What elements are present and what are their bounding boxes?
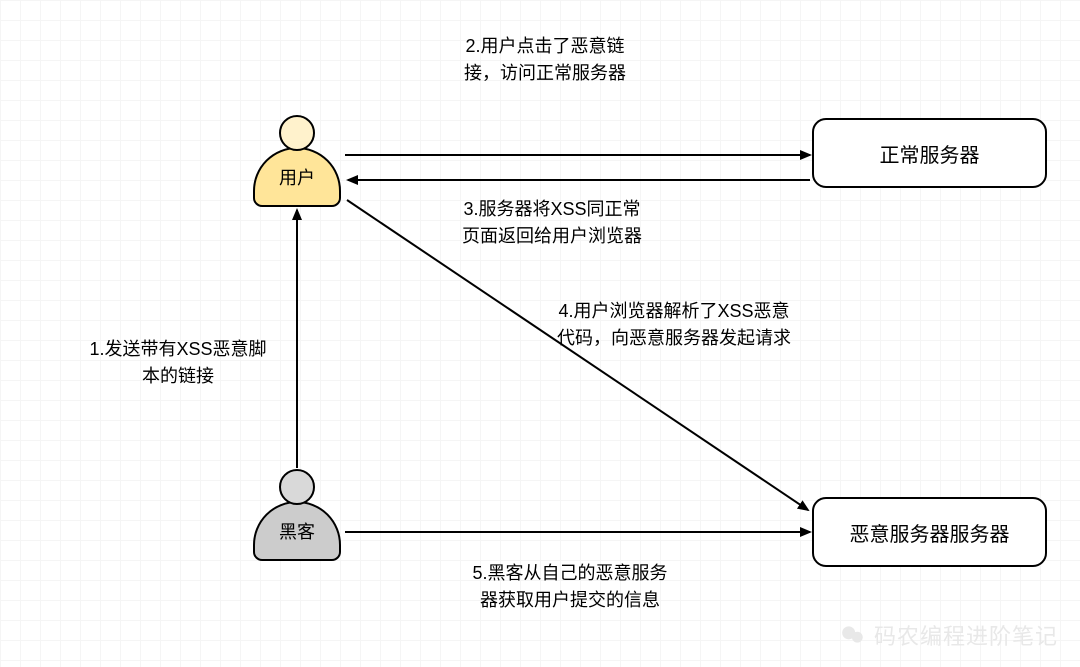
step-2-label: 2.用户点击了恶意链 接，访问正常服务器 (430, 33, 660, 87)
normal-server-box: 正常服务器 (812, 118, 1047, 188)
step-1-label: 1.发送带有XSS恶意脚 本的链接 (73, 336, 283, 390)
hacker-head-icon (279, 469, 315, 505)
hacker-label: 黑客 (279, 518, 315, 544)
wechat-icon (840, 622, 866, 648)
user-body: 用户 (253, 147, 341, 207)
user-head-icon (279, 115, 315, 151)
watermark: 码农编程进阶笔记 (840, 619, 1058, 651)
user-actor: 用户 (253, 115, 341, 207)
malicious-server-label: 恶意服务器服务器 (850, 518, 1010, 547)
step-4-label: 4.用户浏览器解析了XSS恶意 代码，向恶意服务器发起请求 (524, 298, 824, 352)
hacker-body: 黑客 (253, 501, 341, 561)
watermark-text: 码农编程进阶笔记 (874, 619, 1058, 651)
hacker-actor: 黑客 (253, 469, 341, 561)
normal-server-label: 正常服务器 (880, 139, 980, 168)
step-5-label: 5.黑客从自己的恶意服务 器获取用户提交的信息 (440, 560, 700, 614)
step-3-label: 3.服务器将XSS同正常 页面返回给用户浏览器 (432, 196, 672, 250)
user-label: 用户 (279, 164, 315, 190)
malicious-server-box: 恶意服务器服务器 (812, 497, 1047, 567)
